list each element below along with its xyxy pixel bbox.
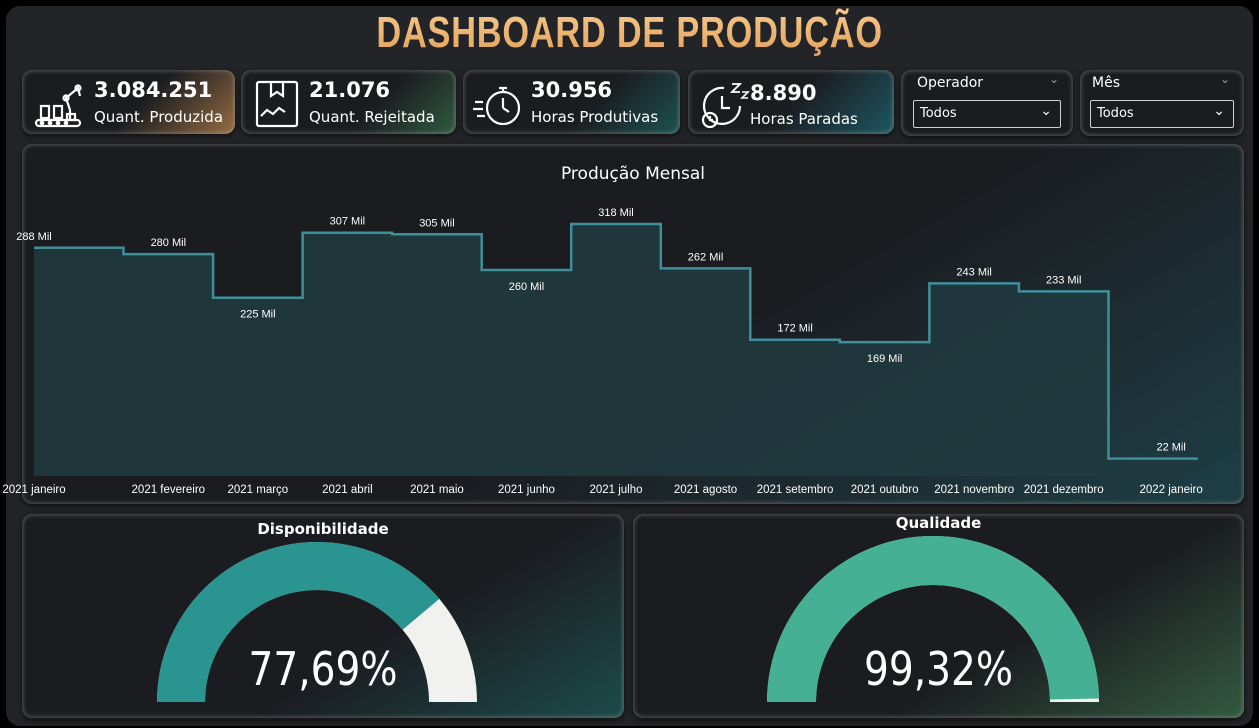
dropdown-arrow-icon: ⌄ bbox=[1213, 103, 1225, 119]
kpi-produced-value: 3.084.251 bbox=[94, 78, 213, 102]
chevron-down-icon[interactable]: ⌄ bbox=[1049, 72, 1059, 86]
availability-gauge-panel: Disponibilidade 77,69% bbox=[22, 514, 624, 718]
kpi-rejected-value: 21.076 bbox=[309, 78, 391, 102]
filter-operator: Operador ⌄ Todos ⌄ bbox=[901, 70, 1073, 136]
operator-select[interactable]: Todos ⌄ bbox=[913, 100, 1061, 128]
kpi-produced-label: Quant. Produzida bbox=[94, 108, 224, 126]
damaged-box-icon bbox=[249, 76, 305, 132]
availability-value: 77,69% bbox=[248, 642, 398, 696]
kpi-card-rejected[interactable]: 21.076 Quant. Rejeitada bbox=[241, 70, 456, 134]
stopwatch-icon bbox=[471, 76, 527, 132]
monthly-production-panel: Produção Mensal bbox=[22, 144, 1244, 504]
kpi-card-produced[interactable]: 3.084.251 Quant. Produzida bbox=[22, 70, 235, 134]
kpi-idle-hours-value: 8.890 bbox=[750, 81, 817, 105]
kpi-card-idle-hours[interactable]: 8.890 Horas Paradas bbox=[688, 70, 894, 134]
kpi-productive-hours-value: 30.956 bbox=[531, 78, 613, 102]
month-select[interactable]: Todos ⌄ bbox=[1090, 100, 1234, 128]
quality-gauge-panel: Qualidade 99,32% bbox=[633, 514, 1244, 718]
filter-operator-label: Operador bbox=[917, 75, 984, 91]
filter-month-label: Mês bbox=[1092, 75, 1120, 91]
chevron-down-icon[interactable]: ⌄ bbox=[1220, 72, 1230, 86]
dropdown-arrow-icon: ⌄ bbox=[1040, 103, 1052, 119]
kpi-rejected-label: Quant. Rejeitada bbox=[309, 108, 435, 126]
sleeping-clock-icon bbox=[696, 76, 752, 132]
robot-arm-factory-icon bbox=[30, 76, 86, 132]
kpi-idle-hours-label: Horas Paradas bbox=[750, 110, 858, 128]
kpi-productive-hours-label: Horas Produtivas bbox=[531, 108, 659, 126]
kpi-card-productive-hours[interactable]: 30.956 Horas Produtivas bbox=[463, 70, 680, 134]
operator-select-value: Todos bbox=[920, 106, 957, 121]
page-title: DASHBOARD DE PRODUÇÃO bbox=[139, 8, 1121, 58]
month-select-value: Todos bbox=[1097, 106, 1134, 121]
chart-title: Produção Mensal bbox=[560, 164, 705, 184]
quality-value: 99,32% bbox=[863, 642, 1014, 696]
filter-month: Mês ⌄ Todos ⌄ bbox=[1080, 70, 1244, 136]
